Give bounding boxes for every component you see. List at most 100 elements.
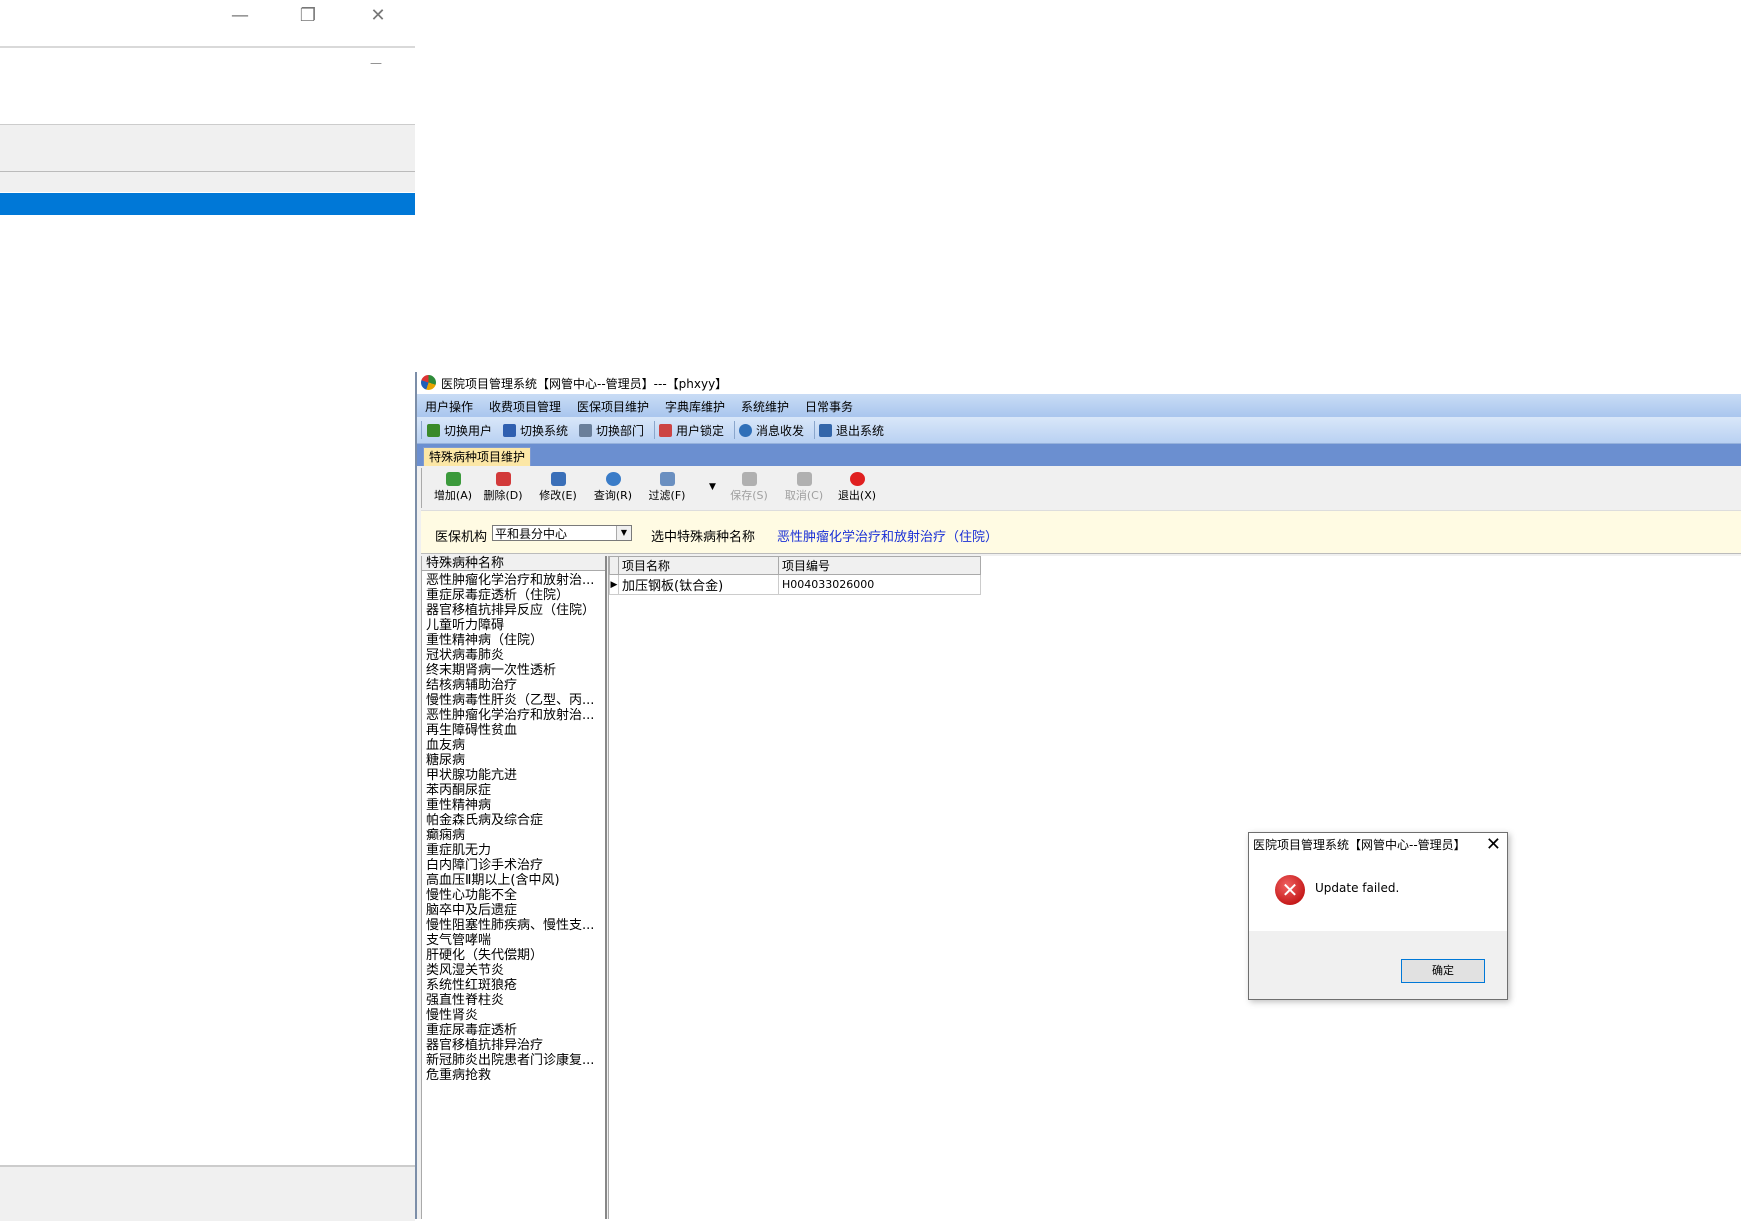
list-item[interactable]: 糖尿病 — [422, 753, 605, 768]
message-button[interactable]: 消息收发 — [739, 422, 804, 439]
list-item[interactable]: 结核病辅助治疗 — [422, 678, 605, 693]
action-bar: 增加(A) 删除(D) 修改(E) 查询(R) 过滤(F) ▼ 保存(S) 取消… — [421, 468, 1741, 508]
tab-strip: 特殊病种项目维护 — [417, 444, 1741, 466]
row-pointer-icon[interactable]: ▶ — [609, 574, 619, 595]
delete-button[interactable]: 删除(D) — [478, 468, 528, 508]
add-button[interactable]: 增加(A) — [428, 468, 478, 508]
list-item[interactable]: 帕金森氏病及综合症 — [422, 813, 605, 828]
selected-disease-label: 选中特殊病种名称 — [651, 530, 756, 545]
minimize-icon[interactable]: — — [218, 2, 262, 30]
user-lock-icon — [659, 424, 672, 437]
edit-button[interactable]: 修改(E) — [533, 468, 583, 508]
list-item[interactable]: 儿童听力障碍 — [422, 618, 605, 633]
close-icon[interactable]: ✕ — [356, 2, 400, 30]
toolbar: 切换用户 切换系统 切换部门 用户锁定 消息收发 退出系统 — [417, 417, 1741, 444]
menu-user-ops[interactable]: 用户操作 — [425, 398, 473, 415]
list-item[interactable]: 类风湿关节炎 — [422, 963, 605, 978]
message-label: 消息收发 — [756, 424, 805, 438]
list-item[interactable]: 危重病抢救 — [422, 1068, 605, 1083]
switch-department-label: 切换部门 — [596, 424, 645, 438]
menu-bar: 用户操作 收费项目管理 医保项目维护 字典库维护 系统维护 日常事务 — [417, 394, 1741, 417]
switch-user-button[interactable]: 切换用户 — [427, 422, 492, 439]
switch-user-icon — [427, 424, 440, 437]
filter-button[interactable]: 过滤(F) — [642, 468, 692, 508]
toolbar-grip — [421, 421, 422, 439]
exit-icon — [819, 424, 832, 437]
col-item-code[interactable]: 项目编号 — [778, 556, 981, 575]
restore-icon[interactable]: ❐ — [286, 2, 330, 30]
collapse-icon[interactable]: — — [370, 56, 382, 70]
save-button[interactable]: 保存(S) — [724, 468, 774, 508]
tab-special-disease-items[interactable]: 特殊病种项目维护 — [423, 447, 532, 466]
org-select[interactable]: 平和县分中心 ▼ — [492, 525, 632, 541]
switch-department-icon — [579, 424, 592, 437]
chevron-down-icon[interactable]: ▼ — [616, 526, 631, 540]
list-item[interactable]: 苯丙酮尿症 — [422, 783, 605, 798]
list-item[interactable]: 冠状病毒肺炎 — [422, 648, 605, 663]
list-item[interactable]: 高血压Ⅱ期以上(含中风) — [422, 873, 605, 888]
table-row[interactable]: ▶ 加压钢板(钛合金) H004033026000 — [609, 574, 981, 595]
filter-dropdown-icon[interactable]: ▼ — [709, 482, 716, 492]
list-item[interactable]: 肝硬化（失代偿期） — [422, 948, 605, 963]
list-item[interactable]: 甲状腺功能亢进 — [422, 768, 605, 783]
menu-dictionary[interactable]: 字典库维护 — [665, 398, 725, 415]
divider — [0, 46, 415, 48]
background-window: — ❐ ✕ — — [0, 0, 415, 1221]
menu-daily[interactable]: 日常事务 — [805, 398, 853, 415]
list-item[interactable]: 系统性红斑狼疮 — [422, 978, 605, 993]
disease-list-panel: 特殊病种名称 恶性肿瘤化学治疗和放射治... 重症尿毒症透析（住院） 器官移植抗排异… — [421, 556, 607, 1219]
list-item[interactable]: 支气管哮喘 — [422, 933, 605, 948]
list-item[interactable]: 重性精神病 — [422, 798, 605, 813]
list-item[interactable]: 慢性肾炎 — [422, 1008, 605, 1023]
cell-item-name[interactable]: 加压钢板(钛合金) — [618, 574, 779, 595]
list-item[interactable]: 脑卒中及后遗症 — [422, 903, 605, 918]
cancel-button[interactable]: 取消(C) — [779, 468, 829, 508]
list-item[interactable]: 器官移植抗排异反应（住院） — [422, 603, 605, 618]
dialog-close-icon[interactable]: ✕ — [1486, 834, 1501, 856]
list-item[interactable]: 器官移植抗排异治疗 — [422, 1038, 605, 1053]
menu-charge-items[interactable]: 收费项目管理 — [489, 398, 561, 415]
list-item[interactable]: 癫痫病 — [422, 828, 605, 843]
delete-label: 删除(D) — [483, 489, 523, 502]
switch-department-button[interactable]: 切换部门 — [579, 422, 644, 439]
list-item[interactable]: 慢性心功能不全 — [422, 888, 605, 903]
list-item[interactable]: 慢性病毒性肝炎（乙型、丙... — [422, 693, 605, 708]
query-button[interactable]: 查询(R) — [588, 468, 638, 508]
disease-list: 恶性肿瘤化学治疗和放射治... 重症尿毒症透析（住院） 器官移植抗排异反应（住院）儿… — [422, 573, 605, 1083]
ok-button[interactable]: 确定 — [1401, 959, 1485, 983]
switch-system-button[interactable]: 切换系统 — [503, 422, 568, 439]
list-item[interactable]: 强直性脊柱炎 — [422, 993, 605, 1008]
list-item[interactable]: 慢性阻塞性肺疾病、慢性支... — [422, 918, 605, 933]
add-icon — [445, 472, 461, 486]
list-item[interactable]: 白内障门诊手术治疗 — [422, 858, 605, 873]
user-lock-button[interactable]: 用户锁定 — [659, 422, 724, 439]
disease-list-header: 特殊病种名称 — [422, 556, 605, 571]
exit-button[interactable]: 退出(X) — [832, 468, 882, 508]
menu-system[interactable]: 系统维护 — [741, 398, 789, 415]
app-logo-icon — [421, 375, 436, 390]
menu-insurance-items[interactable]: 医保项目维护 — [577, 398, 649, 415]
list-item[interactable]: 重症尿毒症透析 — [422, 1023, 605, 1038]
filter-label: 过滤(F) — [648, 489, 686, 502]
list-item[interactable]: 再生障碍性贫血 — [422, 723, 605, 738]
list-item[interactable]: 恶性肿瘤化学治疗和放射治... — [422, 708, 605, 723]
list-item[interactable]: 恶性肿瘤化学治疗和放射治... — [422, 573, 605, 588]
list-item[interactable]: 重性精神病（住院） — [422, 633, 605, 648]
selected-row-highlight[interactable] — [0, 193, 415, 215]
toolbar-separator — [734, 421, 735, 439]
list-item[interactable]: 重症尿毒症透析（住院） — [422, 588, 605, 603]
row-header-corner — [609, 556, 619, 575]
list-item[interactable]: 血友病 — [422, 738, 605, 753]
list-item[interactable]: 新冠肺炎出院患者门诊康复... — [422, 1053, 605, 1068]
list-item[interactable]: 终末期肾病一次性透析 — [422, 663, 605, 678]
exit-system-button[interactable]: 退出系统 — [819, 422, 884, 439]
col-item-name[interactable]: 项目名称 — [618, 556, 779, 575]
bg-panel-2 — [0, 172, 415, 192]
cell-item-code[interactable]: H004033026000 — [778, 574, 981, 595]
list-item[interactable]: 重症肌无力 — [422, 843, 605, 858]
filter-icon — [659, 472, 675, 486]
toolbar-separator — [654, 421, 655, 439]
query-icon — [605, 472, 621, 486]
dialog-body: ✕ Update failed. — [1249, 857, 1507, 931]
add-label: 增加(A) — [433, 489, 473, 502]
